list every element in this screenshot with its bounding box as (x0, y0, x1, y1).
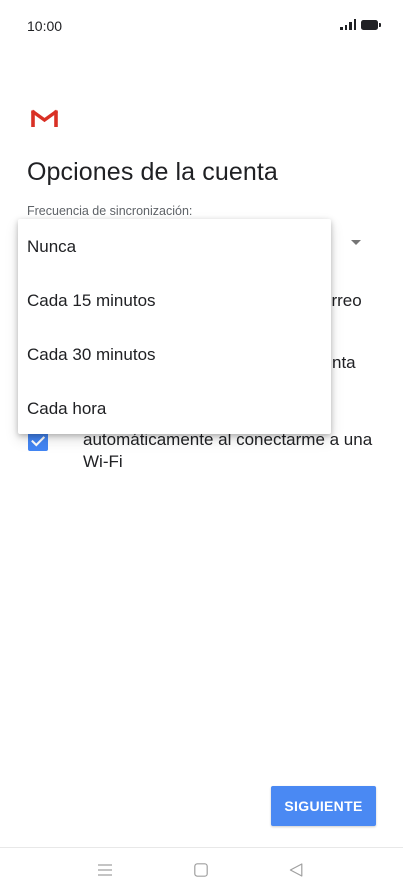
sync-frequency-label: Frecuencia de sincronización: (27, 204, 193, 218)
screen: 10:00 Opciones de la cuenta Frecuencia d… (0, 0, 403, 896)
dropdown-option-never[interactable]: Nunca (18, 220, 331, 274)
battery-icon (361, 20, 381, 30)
back-icon[interactable] (289, 863, 303, 877)
dropdown-option-30-minutes[interactable]: Cada 30 minutos (18, 328, 331, 382)
status-bar: 10:00 (0, 0, 403, 54)
dropdown-arrow-icon[interactable] (351, 240, 361, 245)
signal-icon (340, 19, 356, 30)
next-button[interactable]: SIGUIENTE (271, 786, 376, 826)
home-icon[interactable] (194, 863, 208, 877)
status-time: 10:00 (27, 18, 63, 34)
page-title: Opciones de la cuenta (27, 158, 278, 186)
menu-icon[interactable] (98, 863, 112, 877)
dropdown-option-15-minutes[interactable]: Cada 15 minutos (18, 274, 331, 328)
dropdown-option-hourly[interactable]: Cada hora (18, 382, 331, 436)
navigation-bar (0, 848, 403, 896)
gmail-logo-icon (31, 109, 58, 127)
sync-frequency-dropdown: Nunca Cada 15 minutos Cada 30 minutos Ca… (18, 219, 331, 434)
obscured-option-text: nta (332, 353, 356, 372)
status-icons (340, 19, 381, 30)
